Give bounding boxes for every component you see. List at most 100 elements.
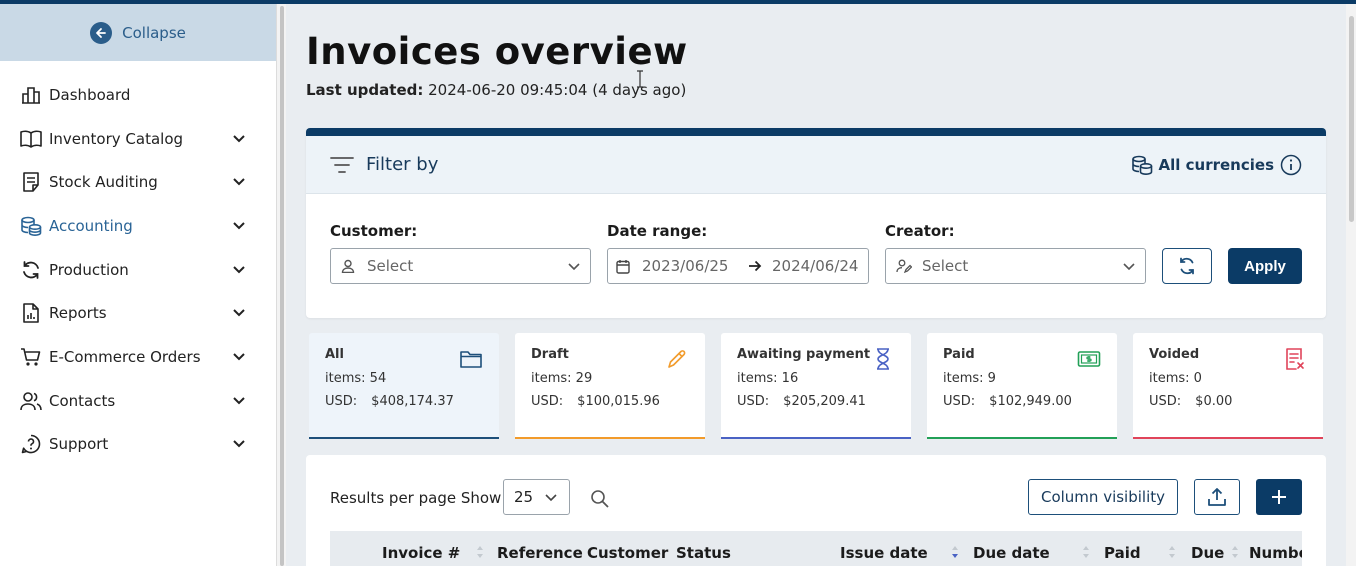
last-updated-label: Last updated:	[306, 81, 424, 99]
status-amount: USD: $102,949.00	[943, 394, 1072, 409]
chevron-down-icon	[1123, 257, 1135, 275]
status-bar	[927, 437, 1117, 439]
sort-desc-icon[interactable]	[951, 545, 959, 559]
status-items: items: 16	[737, 371, 799, 386]
sidebar-scrollbar[interactable]	[276, 4, 286, 566]
sidebar-item-accounting[interactable]: Accounting	[0, 204, 276, 248]
sidebar-item-contacts[interactable]: Contacts	[0, 379, 276, 423]
filter-body: Customer: Select Date range: 2023/06/25 …	[306, 194, 1326, 318]
customer-select[interactable]: Select	[330, 248, 591, 284]
sidebar: Collapse Dashboard Inventory Catalog Sto…	[0, 4, 276, 566]
status-items: items: 54	[325, 371, 387, 386]
main-scrollbar-thumb[interactable]	[1349, 16, 1354, 222]
column-header-status[interactable]: Status	[676, 544, 731, 562]
plus-icon	[1272, 490, 1286, 504]
chevron-down-icon	[232, 219, 246, 233]
date-range-picker[interactable]: 2023/06/25 2024/06/24	[607, 248, 869, 284]
filter-title: Filter by	[366, 154, 439, 175]
status-card-all[interactable]: All items: 54 USD: $408,174.37	[309, 333, 499, 439]
last-updated: Last updated: 2024-06-20 09:45:04 (4 day…	[306, 81, 686, 99]
column-header-number[interactable]: Numbe	[1249, 544, 1302, 562]
column-visibility-button[interactable]: Column visibility	[1028, 479, 1178, 515]
sidebar-item-stock-auditing[interactable]: Stock Auditing	[0, 160, 276, 204]
status-bar	[1133, 437, 1323, 439]
reset-filters-button[interactable]	[1162, 248, 1212, 284]
calendar-icon	[616, 258, 632, 274]
sidebar-item-inventory-catalog[interactable]: Inventory Catalog	[0, 117, 276, 161]
sort-icon[interactable]	[476, 545, 484, 559]
chevron-down-icon	[232, 306, 246, 320]
column-header-reference[interactable]: Reference	[497, 544, 583, 562]
status-items: items: 9	[943, 371, 996, 386]
column-header-paid[interactable]: Paid	[1104, 544, 1141, 562]
customer-label: Customer:	[330, 222, 418, 240]
status-card-paid[interactable]: Paid items: 9 USD: $102,949.00	[927, 333, 1117, 439]
date-from[interactable]: 2023/06/25	[642, 257, 738, 275]
user-edit-icon	[896, 258, 912, 274]
creator-select[interactable]: Select	[885, 248, 1146, 284]
chevron-down-icon	[232, 263, 246, 277]
sidebar-item-label: Contacts	[49, 391, 116, 410]
arrow-left-icon	[90, 21, 113, 44]
results-per-page-label: Results per page Show	[330, 489, 502, 507]
sidebar-item-label: Support	[49, 435, 109, 454]
dashboard-icon	[20, 84, 42, 106]
cash-icon	[1077, 351, 1101, 367]
sidebar-item-dashboard[interactable]: Dashboard	[0, 73, 276, 117]
add-invoice-button[interactable]	[1256, 479, 1302, 515]
search-icon[interactable]	[590, 489, 610, 509]
sidebar-item-reports[interactable]: Reports	[0, 291, 276, 335]
sync-icon	[20, 259, 42, 281]
status-card-draft[interactable]: Draft items: 29 USD: $100,015.96	[515, 333, 705, 439]
currency-selector[interactable]: All currencies	[1131, 154, 1302, 176]
status-bar	[309, 437, 499, 439]
column-header-customer[interactable]: Customer	[587, 544, 668, 562]
results-panel: Results per page Show 25 Column visibili…	[306, 455, 1326, 566]
sidebar-item-production[interactable]: Production	[0, 248, 276, 292]
sidebar-item-label: Production	[49, 260, 129, 279]
coins-icon	[20, 215, 42, 237]
sidebar-item-label: Accounting	[49, 216, 133, 235]
status-card-voided[interactable]: Voided items: 0 USD: $0.00	[1133, 333, 1323, 439]
report-icon	[20, 302, 42, 324]
column-header-due-date[interactable]: Due date	[973, 544, 1050, 562]
sort-icon[interactable]	[1082, 545, 1090, 559]
currency-label: All currencies	[1158, 155, 1274, 174]
status-card-awaiting-payment[interactable]: Awaiting payment items: 16 USD: $205,209.…	[721, 333, 911, 439]
chevron-down-icon	[232, 350, 246, 364]
date-to[interactable]: 2024/06/24	[772, 257, 858, 275]
column-header-invoice-number[interactable]: Invoice #	[382, 544, 460, 562]
last-updated-value: 2024-06-20 09:45:04 (4 days ago)	[428, 81, 687, 99]
sidebar-scrollbar-thumb[interactable]	[280, 6, 284, 566]
main-scrollbar[interactable]	[1346, 4, 1356, 566]
sort-icon[interactable]	[1168, 545, 1176, 559]
results-per-page-select[interactable]: 25	[503, 479, 570, 515]
status-bar	[515, 437, 705, 439]
sort-icon[interactable]	[1231, 545, 1239, 559]
info-icon[interactable]	[1280, 154, 1302, 176]
filter-icon	[330, 156, 354, 173]
column-header-due[interactable]: Due	[1191, 544, 1224, 562]
chevron-down-icon	[232, 437, 246, 451]
status-items: items: 0	[1149, 371, 1202, 386]
arrow-right-icon	[738, 260, 772, 272]
export-button[interactable]	[1194, 479, 1240, 515]
collapse-button[interactable]: Collapse	[0, 4, 276, 61]
chevron-down-icon	[545, 488, 557, 506]
sidebar-item-label: Dashboard	[49, 85, 131, 104]
cart-icon	[20, 346, 42, 368]
sidebar-item-ecommerce-orders[interactable]: E-Commerce Orders	[0, 335, 276, 379]
book-icon	[20, 128, 42, 150]
creator-select-value: Select	[922, 257, 969, 275]
customer-select-value: Select	[367, 257, 414, 275]
sidebar-item-support[interactable]: Support	[0, 423, 276, 467]
column-header-issue-date[interactable]: Issue date	[840, 544, 928, 562]
filter-panel: Filter by All currencies Customer: Selec…	[306, 128, 1326, 318]
hourglass-icon	[877, 348, 889, 370]
chevron-down-icon	[232, 394, 246, 408]
refresh-icon	[1180, 257, 1194, 275]
filter-header: Filter by All currencies	[306, 136, 1326, 194]
folder-icon	[460, 351, 482, 368]
apply-button[interactable]: Apply	[1228, 248, 1302, 284]
chevron-down-icon	[232, 175, 246, 189]
